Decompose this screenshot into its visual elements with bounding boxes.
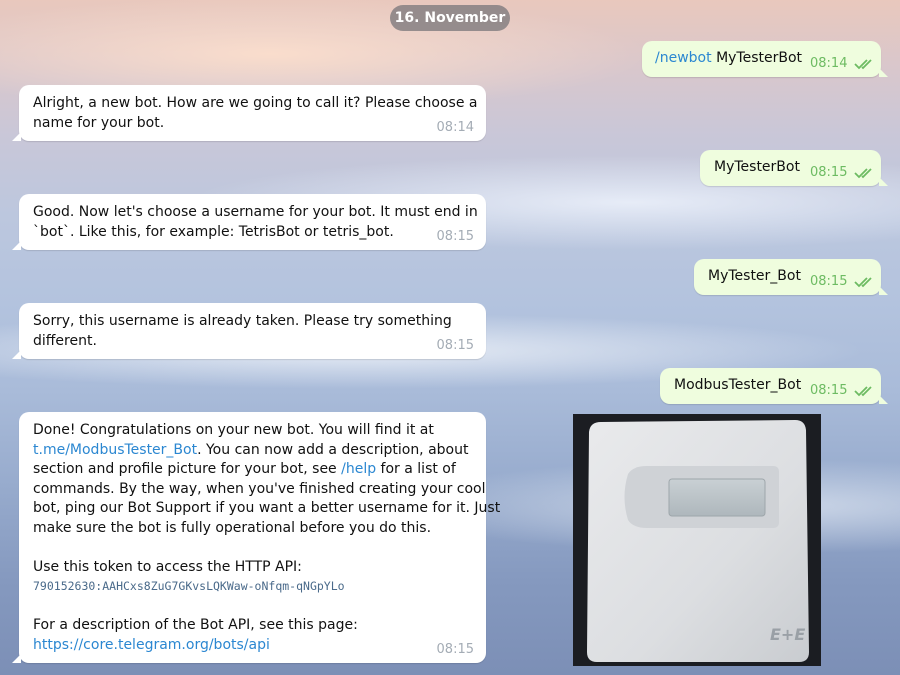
- message-text: Sorry, this username is already taken. P…: [33, 312, 452, 351]
- message-body: ModbusTester_Bot: [674, 377, 802, 393]
- message-time: 08:15: [436, 642, 474, 657]
- message-body: MyTester_Bot: [708, 268, 801, 284]
- message-line: section and profile picture for your bot…: [33, 460, 500, 480]
- message-text: Alright, a new bot. How are we going to …: [33, 94, 477, 133]
- message-line: `bot`. Like this, for example: TetrisBot…: [33, 223, 394, 240]
- message-text: Good. Now let's choose a username for yo…: [33, 203, 478, 242]
- help-command-link[interactable]: /help: [341, 461, 376, 477]
- outgoing-message[interactable]: /newbot MyTesterBot 08:14: [642, 41, 888, 77]
- sensor-device-image: E+E: [573, 414, 821, 666]
- bot-profile-link[interactable]: t.me/ModbusTester_Bot: [33, 442, 197, 458]
- message-fragment: for a list of: [376, 461, 456, 477]
- bot-api-link[interactable]: https://core.telegram.org/bots/api: [33, 636, 500, 656]
- message-time: 08:15: [810, 165, 848, 180]
- incoming-message[interactable]: Done! Congratulations on your new bot. Y…: [12, 412, 500, 663]
- outgoing-message[interactable]: ModbusTester_Bot 08:15: [660, 368, 888, 404]
- message-fragment: section and profile picture for your bot…: [33, 461, 342, 477]
- outgoing-message[interactable]: MyTesterBot 08:15: [700, 150, 888, 186]
- read-checkmarks-icon: [854, 386, 872, 397]
- incoming-message[interactable]: Good. Now let's choose a username for yo…: [12, 194, 486, 250]
- message-line: different.: [33, 332, 97, 349]
- read-checkmarks-icon: [854, 59, 872, 70]
- message-fragment: . You can now add a description, about: [197, 441, 469, 458]
- message-time: 08:14: [436, 120, 474, 135]
- incoming-message[interactable]: Sorry, this username is already taken. P…: [12, 303, 486, 359]
- message-time: 08:15: [436, 229, 474, 244]
- outgoing-message[interactable]: MyTester_Bot 08:15: [694, 259, 888, 295]
- brand-logo: E+E: [770, 625, 805, 644]
- message-line: Alright, a new bot. How are we going to …: [33, 95, 478, 111]
- message-line: Good. Now let's choose a username for yo…: [33, 204, 478, 220]
- message-text: /newbot MyTesterBot: [655, 49, 802, 69]
- message-text: Done! Congratulations on your new bot. Y…: [33, 421, 500, 655]
- message-line: commands. By the way, when you've finish…: [33, 480, 486, 497]
- date-divider: 16. November: [390, 5, 510, 31]
- message-line: name for your bot.: [33, 114, 165, 131]
- message-line: For a description of the Bot API, see th…: [33, 617, 358, 633]
- read-checkmarks-icon: [854, 277, 872, 288]
- message-line: Done! Congratulations on your new bot. Y…: [33, 422, 434, 438]
- message-time: 08:15: [436, 338, 474, 353]
- bot-command-link[interactable]: /newbot: [655, 50, 712, 66]
- api-token[interactable]: 790152630:AAHCxs8ZuG7GKvsLQKWaw-oNfqm-qN…: [33, 577, 500, 597]
- read-checkmarks-icon: [854, 168, 872, 179]
- incoming-message[interactable]: Alright, a new bot. How are we going to …: [12, 85, 486, 141]
- device-photo[interactable]: E+E: [573, 414, 821, 666]
- message-line: t.me/ModbusTester_Bot. You can now add a…: [33, 441, 500, 461]
- message-body: MyTesterBot: [714, 159, 800, 175]
- message-time: 08:14: [810, 56, 848, 71]
- message-line: make sure the bot is fully operational b…: [33, 519, 432, 536]
- message-line: bot, ping our Bot Support if you want a …: [33, 500, 501, 516]
- message-time: 08:15: [810, 274, 848, 289]
- message-time: 08:15: [810, 383, 848, 398]
- message-body: MyTesterBot: [716, 50, 803, 66]
- message-line: Use this token to access the HTTP API:: [33, 558, 302, 575]
- message-line: Sorry, this username is already taken. P…: [33, 313, 452, 329]
